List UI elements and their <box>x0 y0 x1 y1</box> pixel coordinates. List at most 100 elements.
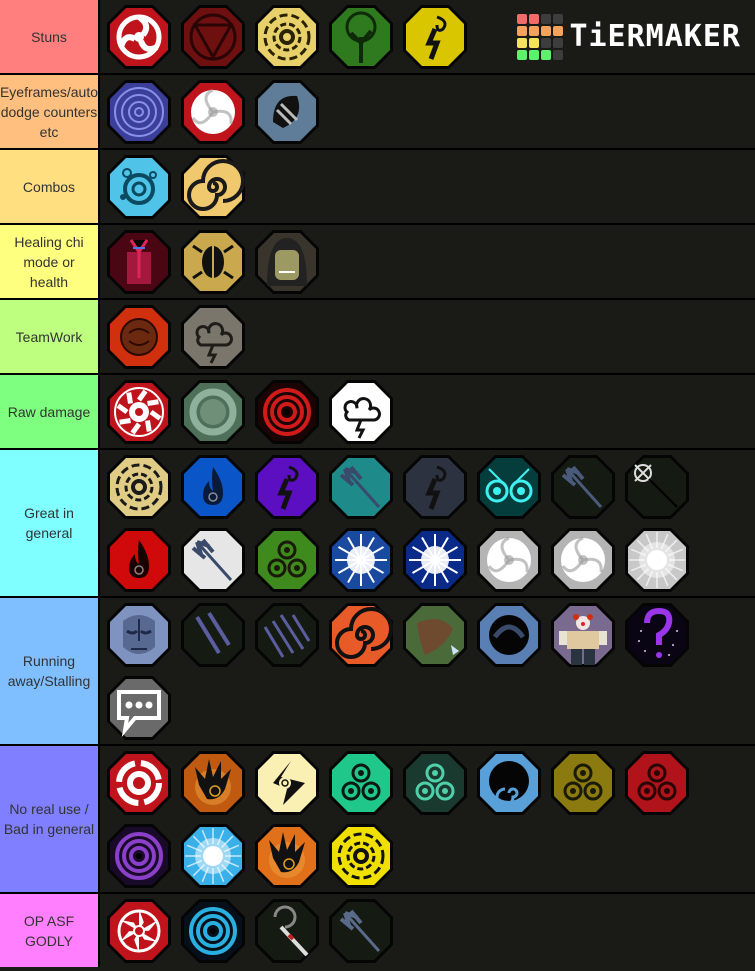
logo-grid-cell <box>553 38 564 48</box>
slate-striped-shell-icon <box>255 79 319 144</box>
tier-item[interactable] <box>102 225 176 298</box>
clown-avatar-icon <box>551 602 615 667</box>
tier-item[interactable] <box>250 894 324 967</box>
tier-item[interactable] <box>102 450 176 523</box>
tier-item[interactable] <box>472 450 546 523</box>
tier-item[interactable] <box>250 225 324 298</box>
tier-item[interactable] <box>546 598 620 671</box>
cyan-water-swirl-icon <box>107 154 171 219</box>
silver-pinwheel-icon-2 <box>551 527 615 592</box>
yellow-sun-wheel-icon <box>255 4 319 69</box>
tier-item[interactable] <box>102 523 176 596</box>
tier-item[interactable] <box>176 0 250 73</box>
tier-item[interactable] <box>176 225 250 298</box>
tier-item[interactable] <box>102 746 176 819</box>
tier-item[interactable] <box>472 523 546 596</box>
tier-label[interactable]: Eyeframes/auto dodge counters etc <box>0 75 100 148</box>
tier-item[interactable] <box>102 671 176 744</box>
dark-trident-icon <box>551 454 615 519</box>
tier-item[interactable] <box>620 450 694 523</box>
tier-item[interactable] <box>250 819 324 892</box>
tier-item[interactable] <box>324 523 398 596</box>
tier-item[interactable] <box>176 150 250 223</box>
tier-item[interactable] <box>546 450 620 523</box>
tier-row-teamwork: TeamWork <box>0 300 755 375</box>
green-triple-spiral-icon <box>255 527 319 592</box>
tier-item[interactable] <box>176 523 250 596</box>
silver-pinwheel-icon <box>477 527 541 592</box>
tier-item[interactable] <box>324 0 398 73</box>
tier-item[interactable] <box>176 598 250 671</box>
tier-item[interactable] <box>472 746 546 819</box>
tier-label[interactable]: Healing chi mode or health <box>0 225 100 298</box>
tiermaker-logo-text: TiERMAKER <box>569 19 741 54</box>
tier-item[interactable] <box>398 746 472 819</box>
red-black-rings-icon <box>255 379 319 444</box>
red-rune-seal-icon <box>107 304 171 369</box>
tier-item[interactable] <box>176 300 250 373</box>
tier-item[interactable] <box>250 75 324 148</box>
tier-item[interactable] <box>398 450 472 523</box>
tier-item[interactable] <box>324 894 398 967</box>
tier-item[interactable] <box>102 598 176 671</box>
tier-item[interactable] <box>250 375 324 448</box>
logo-grid-cell <box>529 26 540 36</box>
pale-gold-wheel-icon <box>107 454 171 519</box>
tier-item[interactable] <box>102 300 176 373</box>
tier-label[interactable]: Running away/Stalling <box>0 598 100 744</box>
tier-item[interactable] <box>102 819 176 892</box>
tier-item[interactable] <box>546 523 620 596</box>
tier-item[interactable] <box>176 746 250 819</box>
tier-label[interactable]: TeamWork <box>0 300 100 373</box>
tier-label[interactable]: OP ASF GODLY <box>0 894 100 967</box>
purple-vortex-rings-icon <box>107 823 171 888</box>
tier-item[interactable] <box>324 598 398 671</box>
tier-row-combos: Combos <box>0 150 755 225</box>
tier-item[interactable] <box>250 0 324 73</box>
tier-item[interactable] <box>620 746 694 819</box>
tier-item[interactable] <box>324 819 398 892</box>
tier-item[interactable] <box>324 746 398 819</box>
tier-item[interactable] <box>102 150 176 223</box>
tier-label[interactable]: Combos <box>0 150 100 223</box>
blue-vortex-icon <box>107 79 171 144</box>
tier-item[interactable] <box>472 598 546 671</box>
tier-items <box>100 450 755 596</box>
blue-oni-mask-icon <box>107 602 171 667</box>
tier-item[interactable] <box>398 598 472 671</box>
white-storm-cloud-icon <box>329 379 393 444</box>
tier-item[interactable] <box>398 523 472 596</box>
tier-label[interactable]: No real use / Bad in general <box>0 746 100 892</box>
logo-grid-cell <box>553 14 564 24</box>
logo-grid-cell <box>517 26 528 36</box>
tier-item[interactable] <box>176 375 250 448</box>
red-triple-spiral-icon <box>625 750 689 815</box>
tier-item[interactable] <box>546 746 620 819</box>
tier-item[interactable] <box>176 894 250 967</box>
tier-item[interactable] <box>620 598 694 671</box>
tier-label[interactable]: Raw damage <box>0 375 100 448</box>
tier-label[interactable]: Great in general <box>0 450 100 596</box>
tier-item[interactable] <box>176 450 250 523</box>
tier-item[interactable] <box>398 0 472 73</box>
tier-items <box>100 150 755 223</box>
tier-item[interactable] <box>250 598 324 671</box>
tier-label[interactable]: Stuns <box>0 0 100 73</box>
orange-burst-hand-icon-2 <box>255 823 319 888</box>
tier-item[interactable] <box>176 819 250 892</box>
tier-item[interactable] <box>176 75 250 148</box>
tier-item[interactable] <box>324 375 398 448</box>
chat-bubble-icon <box>107 675 171 740</box>
tier-item[interactable] <box>102 0 176 73</box>
tier-item[interactable] <box>250 450 324 523</box>
tier-item[interactable] <box>102 375 176 448</box>
tier-item[interactable] <box>102 75 176 148</box>
tier-item[interactable] <box>250 746 324 819</box>
tier-item[interactable] <box>250 523 324 596</box>
cyan-light-burst-icon <box>181 823 245 888</box>
tier-row-healing: Healing chi mode or health <box>0 225 755 300</box>
tier-item[interactable] <box>102 894 176 967</box>
tier-item[interactable] <box>620 523 694 596</box>
olive-triple-spiral-icon <box>551 750 615 815</box>
tier-item[interactable] <box>324 450 398 523</box>
